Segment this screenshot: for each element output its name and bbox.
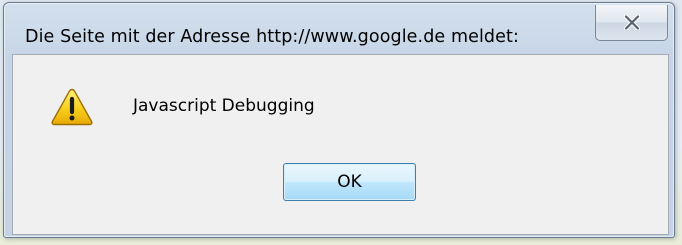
close-icon [623,15,640,30]
warning-icon [50,87,94,127]
alert-dialog: Die Seite mit der Adresse http://www.goo… [3,2,675,238]
dialog-content: Javascript Debugging OK [12,54,669,235]
dialog-message: Javascript Debugging [133,96,315,116]
close-button[interactable] [595,5,668,41]
dialog-title: Die Seite mit der Adresse http://www.goo… [25,27,519,47]
ok-button[interactable]: OK [283,163,416,201]
